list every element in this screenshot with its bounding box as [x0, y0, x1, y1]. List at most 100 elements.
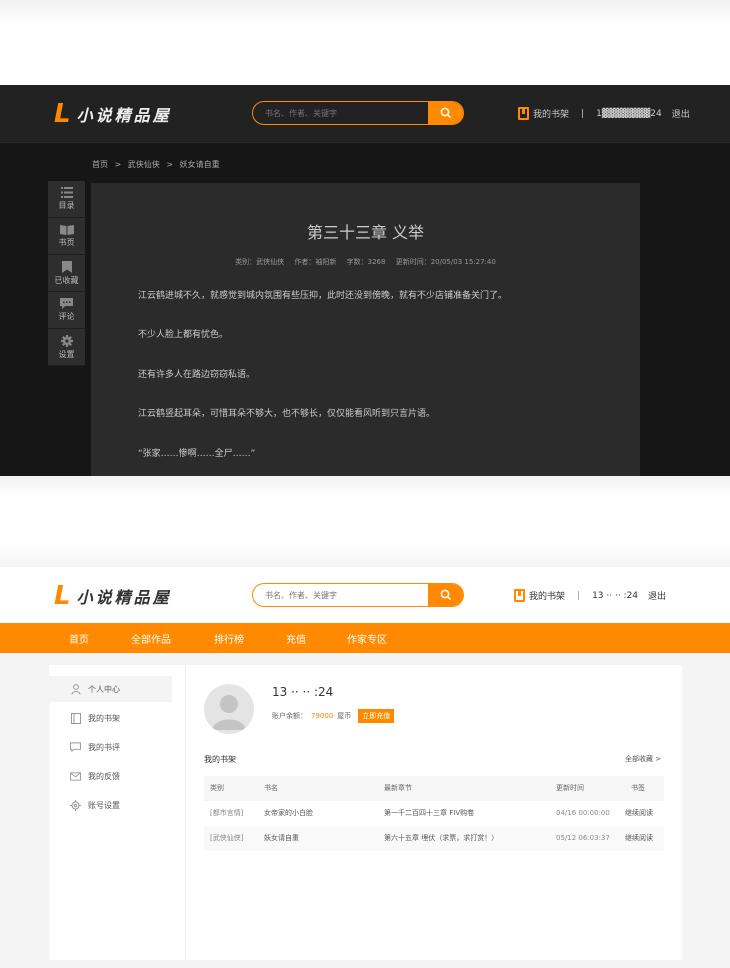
breadcrumb-sep: >	[114, 160, 122, 169]
nav-recharge[interactable]: 充值	[286, 631, 306, 646]
toolbar-catalog[interactable]: 目录	[48, 181, 85, 218]
sidebar-item-label: 我的反馈	[88, 771, 120, 781]
toolbar-comment[interactable]: 评论	[48, 292, 85, 329]
search-button[interactable]	[428, 584, 463, 606]
reader-page: L 小说精品屋 我的书架 | 1▓▓▓▓▓▓▓24 退出 首页 > 武侠仙侠 >…	[0, 85, 730, 476]
sidebar-item-label: 我的书架	[88, 713, 120, 723]
user-bar: 我的书架 | 1▓▓▓▓▓▓▓24 退出	[518, 107, 690, 120]
toolbar-catalog-label: 目录	[58, 201, 75, 210]
breadcrumb-book[interactable]: 妖女请自重	[180, 160, 220, 169]
balance-unit: 屋币	[337, 712, 352, 720]
sidebar-item-feedback[interactable]: 我的反馈	[49, 763, 172, 789]
nav-all-works[interactable]: 全部作品	[131, 631, 171, 646]
username-link[interactable]: 1▓▓▓▓▓▓▓24	[596, 109, 662, 119]
nav-author-zone[interactable]: 作家专区	[347, 631, 387, 646]
logo[interactable]: L 小说精品屋	[54, 581, 172, 611]
chapter-title: 第三十三章 义举	[306, 223, 425, 242]
nav-ranking[interactable]: 排行榜	[214, 631, 244, 646]
reader-toolbar: 目录 书页 已收藏 评论 设置	[48, 181, 85, 366]
column-header: 最新章节	[384, 784, 412, 792]
breadcrumb: 首页 > 武侠仙侠 > 妖女请自重	[92, 159, 224, 170]
row-category[interactable]: [武侠仙侠]	[210, 826, 243, 851]
row-category[interactable]: [都市言情]	[210, 801, 243, 826]
nav-home[interactable]: 首页	[69, 631, 89, 646]
comment-icon	[60, 298, 73, 309]
continue-reading-button[interactable]: 继续阅读	[625, 826, 653, 851]
bookshelf-link[interactable]: 我的书架	[529, 589, 565, 602]
logout-link[interactable]: 退出	[648, 589, 666, 602]
search-input[interactable]	[253, 584, 428, 606]
sidebar-item-bookshelf[interactable]: 我的书架	[49, 705, 172, 731]
bookshelf-link[interactable]: 我的书架	[533, 107, 569, 120]
reader-content: 第三十三章 义举 类别：武侠仙侠 作者：袖阳新 字数：3268 更新时间：20/…	[91, 183, 640, 476]
balance-value: 79000	[311, 712, 334, 720]
search-icon	[440, 107, 451, 119]
logout-link[interactable]: 退出	[672, 107, 690, 120]
gear-icon	[60, 334, 73, 347]
balance-row: 账户余额： 79000 屋币 立即充值	[272, 709, 395, 723]
sidebar-item-settings[interactable]: 账号设置	[49, 792, 172, 818]
main-nav: 首页 全部作品 排行榜 充值 作家专区	[0, 623, 730, 653]
continue-reading-button[interactable]: 继续阅读	[625, 801, 653, 826]
sidebar-item-label: 账号设置	[88, 800, 120, 810]
toolbar-settings[interactable]: 设置	[48, 329, 85, 366]
column-header: 类别	[210, 784, 224, 792]
logo-mark: L	[54, 581, 71, 611]
table-row: [都市言情] 女帝家的小白脸 第一千二百四十三章 FIV购卷 04/16 00:…	[204, 801, 664, 826]
logo[interactable]: L 小说精品屋	[54, 99, 172, 129]
bookshelf-icon	[518, 107, 529, 120]
shelf-section-title: 我的书架	[204, 755, 236, 764]
breadcrumb-category[interactable]: 武侠仙侠	[128, 160, 160, 169]
divider: |	[581, 108, 585, 119]
search-box	[252, 101, 464, 125]
section-gap	[0, 476, 730, 567]
logo-text: 小说精品屋	[76, 106, 172, 125]
column-header: 书名	[264, 784, 278, 792]
search-button[interactable]	[428, 102, 463, 124]
user-icon	[70, 683, 81, 695]
top-whitespace	[0, 0, 730, 85]
search-icon	[440, 589, 451, 601]
toolbar-comment-label: 评论	[58, 312, 75, 321]
recharge-button[interactable]: 立即充值	[358, 709, 395, 723]
table-header: 类别 书名 最新章节 更新时间 书签	[204, 776, 664, 801]
avatar-icon	[212, 695, 246, 730]
column-header: 书签	[631, 784, 645, 792]
meta-updated: 更新时间：20/05/03 15:27:40	[395, 258, 496, 266]
header: L 小说精品屋 我的书架 | 13 ·· ·· :24 退出	[0, 567, 730, 623]
table-row: [武侠仙侠] 妖女请自重 第六十五章 埋伏（求票，求打赏！） 05/12 06:…	[204, 826, 664, 851]
paragraph: 还有许多人在路边窃窃私语。	[138, 370, 256, 380]
row-latest-chapter[interactable]: 第一千二百四十三章 FIV购卷	[384, 801, 474, 826]
search-input[interactable]	[253, 102, 428, 124]
account-sidebar: 个人中心 我的书架 我的书评 我的反馈 账号设置	[49, 665, 186, 960]
breadcrumb-home[interactable]: 首页	[92, 160, 108, 169]
sidebar-item-profile[interactable]: 个人中心	[49, 676, 172, 702]
toolbar-settings-label: 设置	[58, 349, 75, 359]
avatar[interactable]	[204, 684, 254, 734]
toolbar-bookpage[interactable]: 书页	[48, 218, 85, 255]
paragraph: 江云鹤竖起耳朵，可惜耳朵不够大，也不够长，仅仅能看风听到只言片语。	[138, 409, 436, 419]
row-update-time: 05/12 06:03:37	[556, 834, 610, 842]
all-favorites-link[interactable]: 全部收藏 >	[625, 754, 661, 764]
row-update-time: 04/16 00:00:00	[556, 809, 610, 817]
row-book-title[interactable]: 女帝家的小白脸	[264, 801, 313, 826]
paragraph: 不少人脸上都有忧色。	[138, 330, 229, 340]
chapter-meta: 类别：武侠仙侠 作者：袖阳新 字数：3268 更新时间：20/05/03 15:…	[91, 257, 640, 267]
logo-mark: L	[54, 99, 71, 129]
comment-icon	[70, 742, 81, 753]
toolbar-collected[interactable]: 已收藏	[48, 255, 85, 292]
header: L 小说精品屋 我的书架 | 1▓▓▓▓▓▓▓24 退出	[0, 85, 730, 143]
username: 13 ·· ·· :24	[272, 685, 334, 699]
bookmark-icon	[61, 260, 72, 273]
username-link[interactable]: 13 ·· ·· :24	[592, 591, 638, 601]
row-book-title[interactable]: 妖女请自重	[264, 826, 299, 851]
account-page: L 小说精品屋 我的书架 | 13 ·· ·· :24 退出 首页 全部作品 排…	[0, 567, 730, 968]
column-header: 更新时间	[556, 784, 584, 792]
sidebar-item-reviews[interactable]: 我的书评	[49, 734, 172, 760]
book-icon	[59, 225, 74, 235]
account-main: 13 ·· ·· :24 账户余额： 79000 屋币 立即充值 我的书架 全部…	[186, 665, 682, 960]
meta-words: 字数：3268	[346, 258, 386, 266]
balance-label: 账户余额：	[272, 712, 307, 720]
search-box	[252, 583, 464, 607]
row-latest-chapter[interactable]: 第六十五章 埋伏（求票，求打赏！）	[384, 826, 498, 851]
